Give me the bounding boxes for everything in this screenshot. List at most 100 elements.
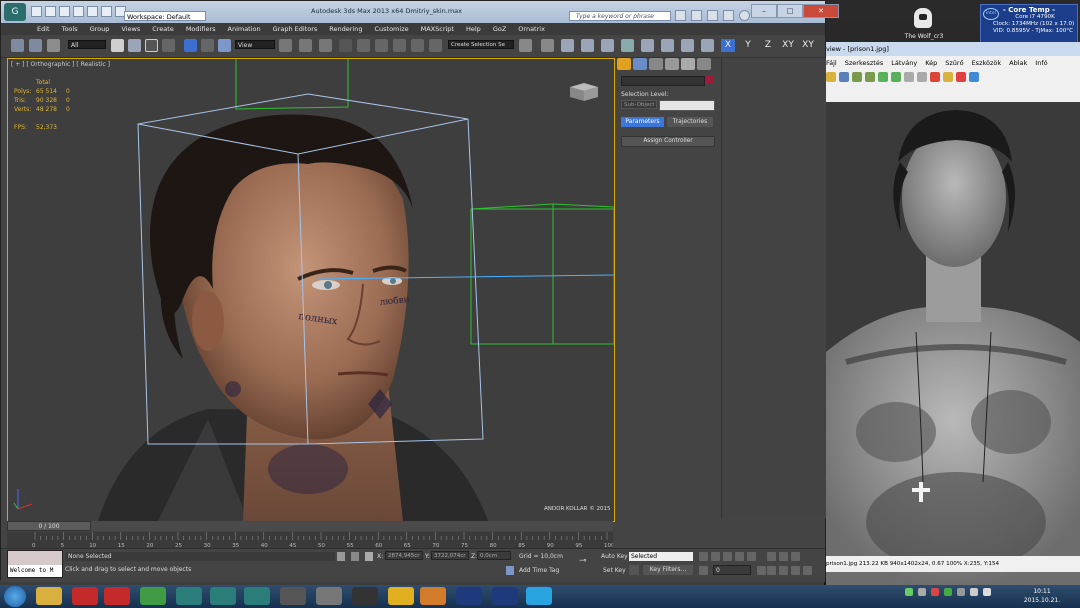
menu-graph-editors[interactable]: Graph Editors — [267, 23, 324, 35]
help-icon[interactable] — [969, 72, 979, 82]
menu-tools[interactable]: Eszközök — [972, 57, 1002, 69]
align-icon[interactable] — [519, 39, 532, 52]
zoom-icon[interactable] — [767, 552, 776, 561]
y-coordinate-field[interactable]: 3722,074cr — [431, 551, 469, 560]
render-production-icon[interactable] — [681, 39, 694, 52]
menu-file[interactable]: Fájl — [826, 57, 837, 69]
z-coordinate-field[interactable]: 0,0cm — [477, 551, 511, 560]
settings-icon[interactable] — [943, 72, 953, 82]
create-tab-icon[interactable] — [617, 58, 631, 70]
redo-icon[interactable] — [87, 6, 98, 17]
network-icon[interactable] — [905, 588, 913, 596]
3dsmax-logo-icon[interactable]: G — [4, 3, 26, 21]
maximize-viewport-icon[interactable] — [803, 566, 812, 575]
skype-taskbar-icon[interactable] — [526, 587, 552, 605]
forward-arrow-icon[interactable] — [891, 72, 901, 82]
axis-x-button[interactable]: X — [721, 39, 735, 52]
spinner-snap-icon[interactable] — [393, 39, 406, 52]
menu-help[interactable]: Help — [460, 23, 487, 35]
axis-z-button[interactable]: Z — [761, 39, 775, 52]
zoom-extents-icon[interactable] — [791, 552, 800, 561]
pan-view-icon[interactable] — [779, 566, 788, 575]
undo-icon[interactable] — [73, 6, 84, 17]
select-manipulate-icon[interactable] — [299, 39, 312, 52]
zoom-all-icon[interactable] — [779, 552, 788, 561]
display-tab-icon[interactable] — [681, 58, 695, 70]
time-config-icon[interactable] — [757, 566, 766, 575]
hierarchy-tab-icon[interactable] — [649, 58, 663, 70]
mudbox-taskbar-icon[interactable] — [210, 587, 236, 605]
snaps-toggle-icon[interactable] — [339, 39, 352, 52]
close-button[interactable]: ✕ — [803, 4, 839, 18]
bind-spacewarp-icon[interactable] — [47, 39, 60, 52]
modify-tab-icon[interactable] — [633, 58, 647, 70]
menu-tools[interactable]: Tools — [56, 23, 84, 35]
opera-window-taskbar-icon[interactable] — [104, 587, 130, 605]
auto-key-button[interactable]: Auto Key — [601, 553, 628, 560]
maxscript-listener[interactable]: Welcome to M — [7, 550, 63, 578]
maximize-button[interactable]: □ — [777, 4, 803, 18]
media-player-taskbar-icon[interactable] — [352, 587, 378, 605]
edit-named-selection-icon[interactable] — [411, 39, 424, 52]
new-file-icon[interactable] — [31, 6, 42, 17]
favorites-star-icon[interactable] — [723, 10, 734, 21]
next-frame-icon[interactable] — [735, 552, 744, 561]
irfanview-taskbar-icon[interactable] — [420, 587, 446, 605]
subobject-button[interactable]: Sub-Object — [621, 100, 657, 109]
menu-ornatrix[interactable]: Ornatrix — [512, 23, 551, 35]
explorer-taskbar-icon[interactable] — [36, 587, 62, 605]
default-tangent-icon[interactable] — [629, 565, 639, 575]
time-slider[interactable]: 0 / 100 — [7, 521, 613, 531]
image-viewer-titlebar[interactable]: view - [prison1.jpg] — [822, 42, 1080, 56]
open-folder-icon[interactable] — [826, 72, 836, 82]
go-to-start-icon[interactable] — [699, 552, 708, 561]
percent-snap-icon[interactable] — [375, 39, 388, 52]
maya-taskbar-icon[interactable] — [176, 587, 202, 605]
axis-xy-button[interactable]: XY — [781, 39, 795, 52]
selection-filter-dropdown[interactable]: All — [68, 40, 106, 49]
move-tool-icon[interactable] — [184, 39, 197, 52]
reference-coord-dropdown[interactable]: View — [235, 40, 275, 49]
schematic-view-icon[interactable] — [601, 39, 614, 52]
menu-edit[interactable]: Edit — [31, 23, 56, 35]
viewcube-icon[interactable] — [566, 79, 602, 103]
communication-center-icon[interactable] — [707, 10, 718, 21]
axis-y-button[interactable]: Y — [741, 39, 755, 52]
key-filters-button[interactable]: Key Filters... — [643, 565, 693, 575]
open-file-icon[interactable] — [45, 6, 56, 17]
3dsmax-taskbar-icon[interactable] — [280, 587, 306, 605]
key-selection-dropdown[interactable]: Selected — [629, 552, 693, 561]
graphite-ribbon-icon[interactable] — [561, 39, 574, 52]
play-icon[interactable] — [723, 552, 732, 561]
photoshop-taskbar-icon[interactable] — [456, 587, 482, 605]
tray-icon[interactable] — [931, 588, 939, 596]
rotate-tool-icon[interactable] — [201, 39, 214, 52]
start-button[interactable] — [4, 586, 26, 607]
save-icon[interactable] — [839, 72, 849, 82]
binoculars-icon[interactable] — [675, 10, 686, 21]
unlink-icon[interactable] — [29, 39, 42, 52]
copy-icon[interactable] — [904, 72, 914, 82]
zoom-in-icon[interactable] — [852, 72, 862, 82]
render-setup-icon[interactable] — [641, 39, 654, 52]
zoom-out-icon[interactable] — [865, 72, 875, 82]
select-object-icon[interactable] — [111, 39, 124, 52]
track-bar[interactable]: 0 5 10 15 20 25 30 35 40 45 50 55 60 65 70 75 80 85 90 95 10… — [7, 532, 613, 548]
minimize-button[interactable]: – — [751, 4, 777, 18]
current-frame-field[interactable]: 0 — [713, 565, 751, 575]
time-tag-icon[interactable] — [506, 566, 514, 575]
curve-editor-icon[interactable] — [581, 39, 594, 52]
previous-frame-icon[interactable] — [711, 552, 720, 561]
taskbar-clock[interactable]: 10:11 2015.10.21. — [1022, 587, 1062, 605]
angle-snap-icon[interactable] — [357, 39, 370, 52]
menu-goz[interactable]: GoZ — [487, 23, 512, 35]
menu-modifiers[interactable]: Modifiers — [180, 23, 222, 35]
menu-edit[interactable]: Szerkesztés — [845, 57, 883, 69]
set-key-button[interactable]: Set Key — [603, 567, 626, 574]
utilities-tab-icon[interactable] — [697, 58, 711, 70]
zbrush-taskbar-icon[interactable] — [316, 587, 342, 605]
orbit-icon[interactable] — [791, 566, 800, 575]
named-selection-dropdown[interactable]: Create Selection Se — [448, 40, 514, 49]
menu-group[interactable]: Group — [84, 23, 116, 35]
delete-icon[interactable] — [930, 72, 940, 82]
